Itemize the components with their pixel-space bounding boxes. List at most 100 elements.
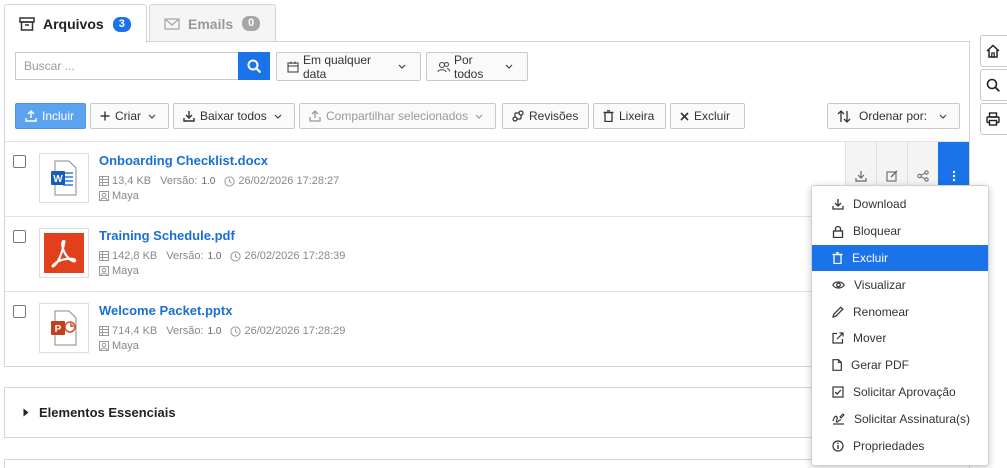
tab-label: Arquivos: [43, 16, 104, 32]
file-owner: Maya: [99, 340, 139, 352]
create-button[interactable]: Criar: [90, 103, 169, 129]
file-date: 26/02/2026 17:28:29: [244, 325, 346, 337]
caret-right-icon: [23, 408, 39, 417]
row-edit-button[interactable]: [876, 142, 907, 188]
upload-icon: [25, 110, 42, 122]
download-all-button[interactable]: Baixar todos: [173, 103, 295, 129]
menu-item-generate-pdf[interactable]: Gerar PDF: [812, 352, 988, 379]
file-date: 26/02/2026 17:28:27: [238, 175, 340, 187]
more-vertical-icon: [952, 170, 956, 182]
share-selected-button[interactable]: Compartilhar selecionados: [299, 103, 496, 129]
sort-arrows-icon: [837, 109, 856, 123]
size-icon: [99, 251, 112, 261]
printer-icon: [986, 112, 1000, 126]
print-button[interactable]: [980, 103, 1007, 135]
tab-emails[interactable]: Emails 0: [149, 4, 276, 42]
clock-icon: [230, 325, 244, 337]
share-icon: [917, 170, 929, 182]
version-number: 1.0: [207, 325, 222, 337]
revisions-icon: [512, 110, 529, 122]
create-label: Criar: [115, 109, 141, 123]
plus-icon: [100, 111, 115, 121]
owner-name: Maya: [112, 340, 139, 352]
calendar-icon: [287, 61, 303, 73]
check-square-icon: [832, 386, 853, 398]
date-filter-dropdown[interactable]: Em qualquer data: [276, 52, 421, 81]
pdf-icon: [44, 233, 84, 273]
menu-item-label: Solicitar Aprovação: [853, 384, 956, 399]
menu-item-download[interactable]: Download: [812, 191, 988, 218]
sort-dropdown[interactable]: Ordenar por:: [827, 103, 960, 129]
search-button[interactable]: [238, 52, 270, 80]
menu-item-label: Download: [853, 197, 907, 212]
include-button[interactable]: Incluir: [15, 103, 86, 129]
trash-button[interactable]: Lixeira: [593, 103, 666, 129]
file-name-link[interactable]: Onboarding Checklist.docx: [99, 153, 268, 168]
file-name-link[interactable]: Welcome Packet.pptx: [99, 303, 232, 318]
menu-item-label: Bloquear: [853, 224, 902, 239]
tab-arquivos[interactable]: Arquivos 3: [4, 4, 147, 43]
file-thumbnail[interactable]: [39, 228, 89, 278]
search-side-button[interactable]: [980, 69, 1007, 101]
user-icon: [99, 191, 112, 201]
file-size: 142,8 KB: [112, 250, 158, 262]
file-thumbnail[interactable]: W: [39, 153, 89, 203]
mail-icon: [164, 17, 180, 30]
home-button[interactable]: [980, 35, 1007, 67]
people-filter-label: Por todos: [454, 52, 484, 81]
archive-icon: [19, 17, 35, 31]
user-icon: [99, 341, 112, 351]
signature-icon: [832, 413, 854, 425]
menu-item-delete[interactable]: Excluir: [812, 244, 988, 272]
row-checkbox[interactable]: [13, 155, 26, 168]
menu-item-label: Propriedades: [853, 438, 925, 453]
delete-button[interactable]: Excluir: [670, 103, 745, 129]
menu-item-lock[interactable]: Bloquear: [812, 218, 988, 245]
share-upload-icon: [309, 110, 326, 122]
menu-item-label: Solicitar Assinatura(s): [854, 411, 971, 426]
row-share-button[interactable]: [907, 142, 938, 188]
menu-item-view[interactable]: Visualizar: [812, 271, 988, 298]
version-label: Versão:: [166, 325, 204, 337]
clock-icon: [230, 250, 244, 262]
file-size: 714,4 KB: [112, 325, 158, 337]
menu-item-request-signature[interactable]: Solicitar Assinatura(s): [812, 405, 988, 432]
user-icon: [99, 266, 112, 276]
menu-item-label: Excluir: [852, 250, 889, 265]
menu-item-properties[interactable]: Propriedades: [812, 432, 988, 459]
file-thumbnail[interactable]: P: [39, 303, 89, 353]
sort-label: Ordenar por:: [859, 109, 928, 123]
trash-label: Lixeira: [619, 109, 655, 123]
menu-item-rename[interactable]: Renomear: [812, 298, 988, 325]
tab-label: Emails: [188, 15, 234, 32]
chevron-down-icon: [148, 114, 161, 119]
search-bar: [15, 52, 270, 82]
count-badge: 0: [242, 16, 261, 31]
row-download-button[interactable]: [845, 142, 876, 188]
download-icon: [832, 198, 853, 211]
share-selected-label: Compartilhar selecionados: [326, 109, 469, 123]
file-meta: 13,4 KB Versão: 1.0 26/02/2026 17:28:27: [99, 175, 339, 187]
chevron-down-icon: [398, 64, 410, 69]
download-icon: [183, 110, 200, 122]
row-more-button[interactable]: [938, 142, 969, 188]
menu-item-request-approval[interactable]: Solicitar Aprovação: [812, 379, 988, 406]
section-title: Elementos Essenciais: [39, 405, 176, 420]
version-label: Versão:: [166, 250, 204, 262]
edit-icon: [886, 170, 898, 182]
revisions-button[interactable]: Revisões: [502, 103, 589, 129]
clock-icon: [224, 175, 238, 187]
row-checkbox[interactable]: [13, 230, 26, 243]
tab-bar: Arquivos 3 Emails 0: [4, 4, 970, 43]
version-number: 1.0: [207, 250, 222, 262]
file-owner: Maya: [99, 265, 139, 277]
search-input[interactable]: [15, 52, 238, 80]
word-document-icon: W: [49, 160, 79, 196]
home-icon: [986, 44, 1000, 58]
row-checkbox[interactable]: [13, 305, 26, 318]
menu-item-move[interactable]: Mover: [812, 325, 988, 352]
file-name-link[interactable]: Training Schedule.pdf: [99, 228, 235, 243]
menu-item-label: Mover: [853, 331, 887, 346]
search-icon: [247, 59, 261, 73]
people-filter-dropdown[interactable]: Por todos: [426, 52, 528, 81]
